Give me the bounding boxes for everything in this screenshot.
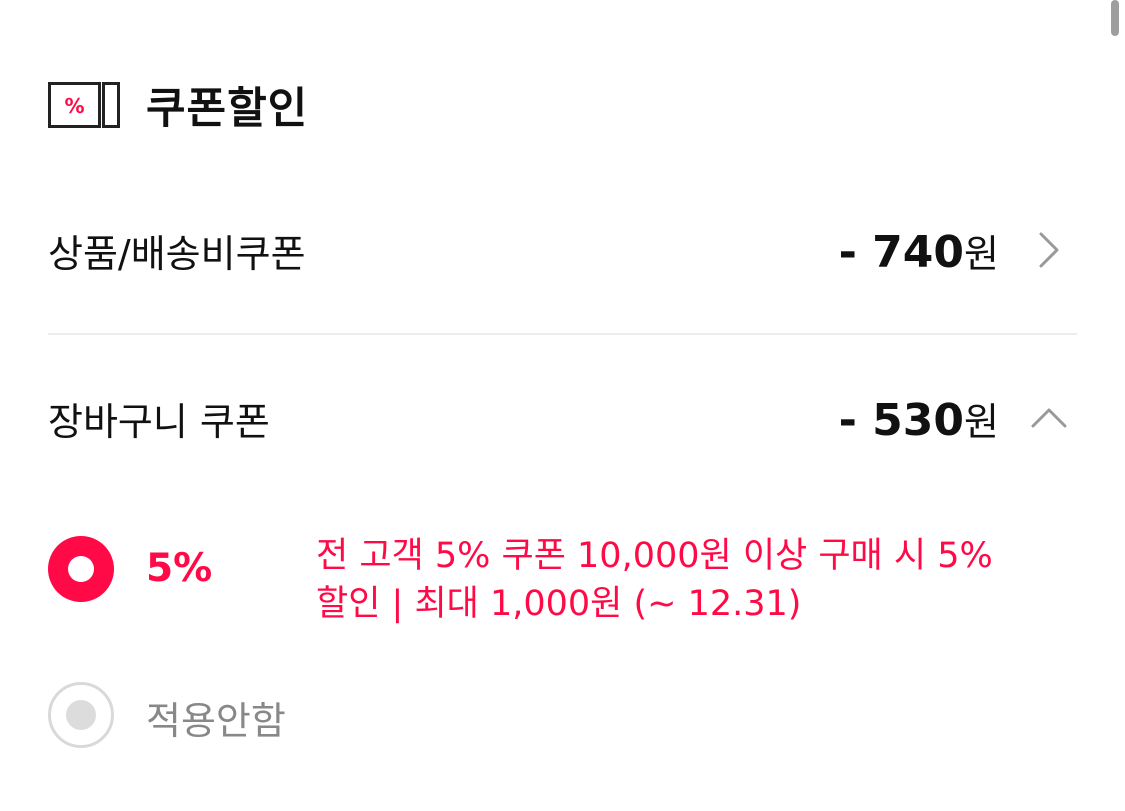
discount-amount: - 530원 xyxy=(838,394,999,446)
section-title: 쿠폰할인 xyxy=(146,84,309,134)
scrollbar-thumb[interactable] xyxy=(1111,0,1119,36)
coupon-section-header: % 쿠폰할인 xyxy=(48,72,308,138)
chevron-right-icon[interactable] xyxy=(1021,230,1077,270)
coupon-option-5percent[interactable]: 5% 전 고객 5% 쿠폰 10,000원 이상 구매 시 5% 할인 | 최대… xyxy=(48,536,1026,628)
row-label: 상품/배송비쿠폰 xyxy=(48,231,306,276)
product-shipping-coupon-row[interactable]: 상품/배송비쿠폰 - 740원 xyxy=(48,210,1077,290)
radio-unselected[interactable] xyxy=(48,682,114,748)
option-label: 적용안함 xyxy=(146,699,286,743)
row-label: 장바구니 쿠폰 xyxy=(48,399,270,444)
option-rate: 5% xyxy=(146,546,213,591)
chevron-up-icon[interactable] xyxy=(1021,398,1077,438)
radio-selected[interactable] xyxy=(48,536,114,602)
discount-amount: - 740원 xyxy=(838,226,999,278)
option-description: 전 고객 5% 쿠폰 10,000원 이상 구매 시 5% 할인 | 최대 1,… xyxy=(316,536,993,624)
coupon-option-none[interactable]: 적용안함 xyxy=(48,682,286,748)
percent-glyph: % xyxy=(64,94,84,118)
cart-coupon-row[interactable]: 장바구니 쿠폰 - 530원 xyxy=(48,378,1077,458)
divider xyxy=(48,333,1077,335)
coupon-ticket-icon: % xyxy=(48,82,120,128)
